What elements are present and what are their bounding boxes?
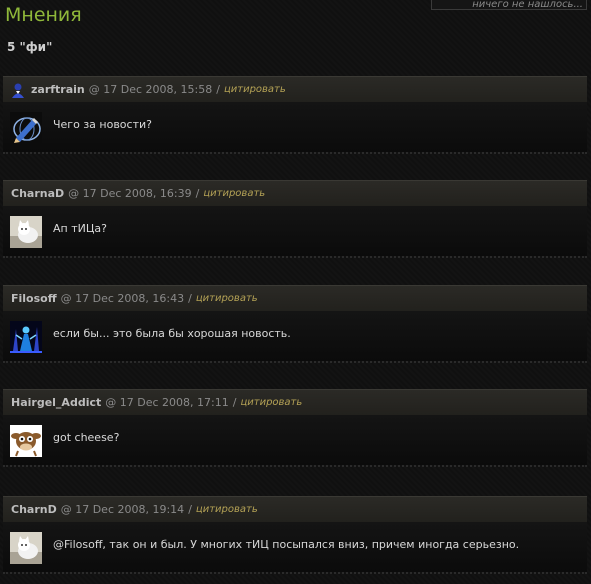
white-cat-icon <box>10 216 42 248</box>
comment-author-link[interactable]: Filosoff <box>11 292 57 305</box>
comment-text: @Filosoff, так он и был. У многих тИЦ по… <box>53 538 520 551</box>
comment-text: если бы... это была бы хорошая новость. <box>53 327 291 340</box>
separator: / <box>232 396 237 409</box>
comment-text: Чего за новости? <box>53 118 152 131</box>
white-cat-icon <box>10 532 42 564</box>
comment-author-link[interactable]: Hairgel_Addict <box>11 396 101 409</box>
comment-text: Ап тИЦа? <box>53 222 107 235</box>
comment-header: CharnD @ 17 Dec 2008, 19:14 / цитировать <box>3 496 587 522</box>
comment-body: @Filosoff, так он и был. У многих тИЦ по… <box>3 522 587 572</box>
comment-author-link[interactable]: CharnD <box>11 503 57 516</box>
quote-link[interactable]: цитировать <box>196 504 258 515</box>
comment-header: zarftrain @ 17 Dec 2008, 15:58 / цитиров… <box>3 76 587 102</box>
comment-author-link[interactable]: zarftrain <box>31 83 85 96</box>
comment-body: got cheese? <box>3 415 587 465</box>
comment-date: @ 17 Dec 2008, 15:58 <box>88 83 213 96</box>
separator: / <box>216 83 220 96</box>
comment-item: Filosoff @ 17 Dec 2008, 16:43 / цитирова… <box>3 285 587 363</box>
comment-body: Ап тИЦа? <box>3 206 587 256</box>
comment-text: got cheese? <box>53 431 120 444</box>
comment-body: если бы... это была бы хорошая новость. <box>3 311 587 361</box>
blue-figure-icon <box>10 321 42 353</box>
quote-link[interactable]: цитировать <box>240 397 302 408</box>
cow-icon <box>10 425 42 457</box>
comment-item: CharnD @ 17 Dec 2008, 19:14 / цитировать… <box>3 496 587 574</box>
comment-date: @ 17 Dec 2008, 17:11 <box>105 396 229 409</box>
separator: / <box>188 503 192 516</box>
comment-item: zarftrain @ 17 Dec 2008, 15:58 / цитиров… <box>3 76 587 154</box>
comment-item: Hairgel_Addict @ 17 Dec 2008, 17:11 / ци… <box>3 389 587 467</box>
comment-date: @ 17 Dec 2008, 16:39 <box>68 187 192 200</box>
comment-date: @ 17 Dec 2008, 19:14 <box>60 503 185 516</box>
page: ничего не нашлось... Мнения 5 "фи" zarft… <box>0 0 591 584</box>
comment-count-title: 5 "фи" <box>7 40 53 54</box>
comment-body: Чего за новости? <box>3 102 587 152</box>
separator: / <box>188 292 192 305</box>
user-icon <box>11 82 25 98</box>
comment-header: CharnaD @ 17 Dec 2008, 16:39 / цитироват… <box>3 180 587 206</box>
quote-link[interactable]: цитировать <box>203 188 265 199</box>
page-title: Мнения <box>5 4 82 26</box>
quote-link[interactable]: цитировать <box>196 293 258 304</box>
comment-header: Hairgel_Addict @ 17 Dec 2008, 17:11 / ци… <box>3 389 587 415</box>
search-input[interactable]: ничего не нашлось... <box>431 0 587 10</box>
comment-date: @ 17 Dec 2008, 16:43 <box>60 292 185 305</box>
comment-author-link[interactable]: CharnaD <box>11 187 64 200</box>
quote-link[interactable]: цитировать <box>224 84 286 95</box>
comment-header: Filosoff @ 17 Dec 2008, 16:43 / цитирова… <box>3 285 587 311</box>
pencil-globe-icon <box>10 112 42 144</box>
comment-item: CharnaD @ 17 Dec 2008, 16:39 / цитироват… <box>3 180 587 258</box>
separator: / <box>195 187 200 200</box>
